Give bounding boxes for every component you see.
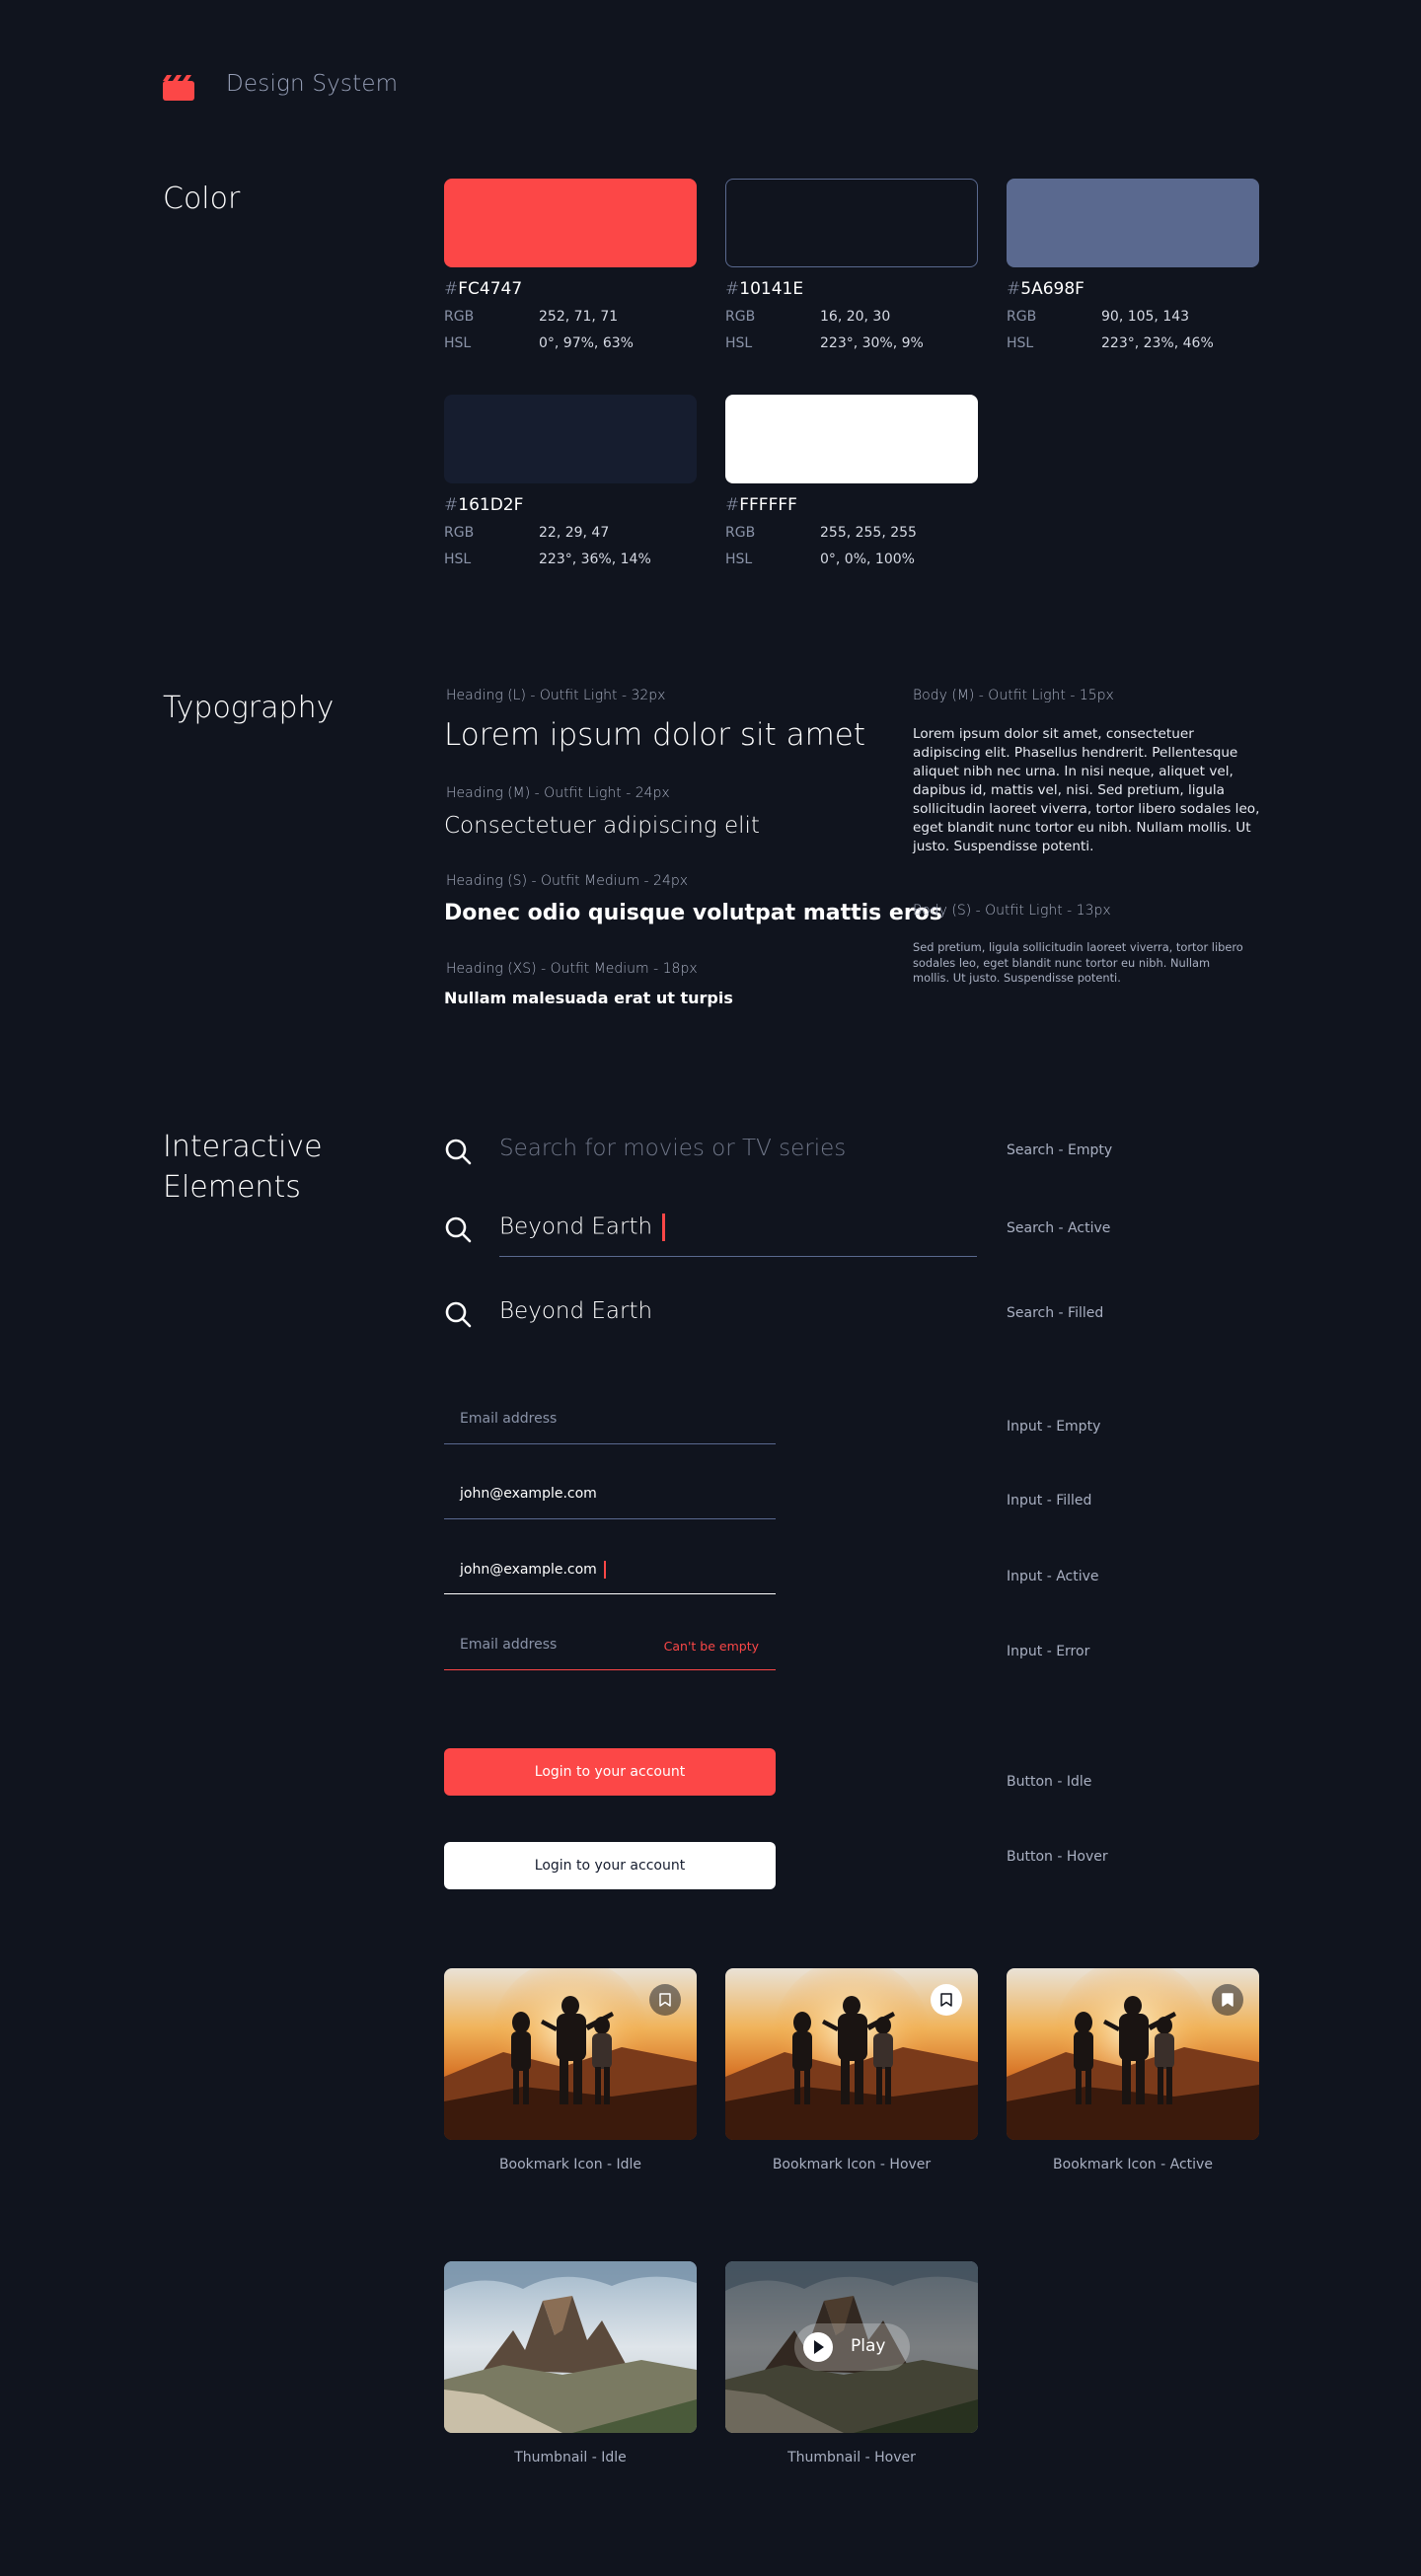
card-caption: Thumbnail - Hover (787, 2450, 916, 2466)
search-icon (445, 1301, 472, 1328)
color-rgb-value: 255, 255, 255 (820, 525, 917, 541)
color-rgb-label: RGB (444, 525, 475, 541)
card-caption: Bookmark Icon - Hover (772, 2157, 932, 2172)
text-caret (603, 1561, 606, 1579)
bookmark-button[interactable] (931, 1984, 962, 2016)
search-icon (445, 1216, 472, 1243)
color-rgb-value: 90, 105, 143 (1101, 309, 1190, 325)
bookmark-icon (940, 1993, 952, 2007)
body-s-label: Body (S) - Outfit Light - 13px (913, 903, 1111, 919)
color-hsl-label: HSL (725, 335, 753, 351)
search-empty[interactable]: Search for movies or TV series (444, 1130, 977, 1173)
color-swatch (725, 395, 978, 483)
color-hsl-label: HSL (444, 552, 472, 567)
thumbnail-card-hover[interactable]: Play (725, 2261, 978, 2433)
bookmark-button[interactable] (649, 1984, 681, 2016)
state-label: Input - Empty (1007, 1419, 1101, 1435)
login-button[interactable]: Login to your account (444, 1748, 776, 1796)
card-caption: Bookmark Icon - Idle (498, 2157, 642, 2172)
movie-card[interactable] (725, 1968, 978, 2140)
color-hsl-label: HSL (1007, 335, 1034, 351)
color-swatch (1007, 179, 1259, 267)
color-hsl-value: 223°, 30%, 9% (820, 335, 924, 351)
search-active[interactable]: Beyond Earth (444, 1208, 977, 1257)
bookmark-filled-icon (1222, 1993, 1234, 2007)
color-swatch (444, 395, 697, 483)
logo-icon (163, 75, 194, 101)
color-hex: #5A698F (1007, 279, 1084, 299)
email-placeholder: Email address (460, 1411, 558, 1427)
color-hex: #10141E (725, 279, 804, 299)
color-hsl-value: 223°, 36%, 14% (539, 552, 651, 567)
search-filled[interactable]: Beyond Earth (444, 1292, 977, 1336)
search-underline (499, 1256, 977, 1257)
heading-s-label: Heading (S) - Outfit Medium - 24px (446, 873, 689, 889)
state-label: Search - Filled (1007, 1305, 1104, 1321)
state-label: Input - Error (1007, 1644, 1090, 1659)
color-swatch (444, 179, 697, 267)
heading-m-sample: Consectetuer adipiscing elit (444, 813, 760, 839)
email-field-empty[interactable]: Email address (444, 1397, 776, 1444)
state-label: Input - Active (1007, 1569, 1099, 1584)
color-hex: #FC4747 (444, 279, 523, 299)
card-caption: Thumbnail - Idle (514, 2450, 627, 2466)
email-field-active[interactable]: john@example.com (444, 1547, 776, 1594)
heading-xs-sample: Nullam malesuada erat ut turpis (444, 989, 733, 1007)
email-field-filled[interactable]: john@example.com (444, 1472, 776, 1519)
state-label: Button - Idle (1007, 1774, 1092, 1790)
heading-xs-label: Heading (XS) - Outfit Medium - 18px (446, 961, 698, 977)
color-hsl-value: 223°, 23%, 46% (1101, 335, 1214, 351)
play-button[interactable]: Play (794, 2323, 910, 2371)
state-label: Search - Active (1007, 1220, 1111, 1236)
section-title-typography: Typography (163, 691, 335, 725)
section-title-color: Color (163, 182, 241, 216)
color-rgb-value: 252, 71, 71 (539, 309, 619, 325)
color-rgb-label: RGB (444, 309, 475, 325)
play-icon (803, 2332, 833, 2362)
body-m-label: Body (M) - Outfit Light - 15px (913, 688, 1114, 703)
heading-s-sample: Donec odio quisque volutpat mattis eros (444, 901, 942, 925)
brand-title: Design System (226, 71, 399, 97)
email-placeholder: Email address (460, 1637, 558, 1653)
play-label: Play (851, 2336, 886, 2356)
email-value: john@example.com (460, 1561, 606, 1579)
bookmark-icon (659, 1993, 671, 2007)
body-m-sample: Lorem ipsum dolor sit amet, consectetuer… (913, 726, 1260, 854)
search-input[interactable]: Search for movies or TV series (499, 1136, 846, 1161)
color-hex: #161D2F (444, 495, 524, 515)
thumbnail-card[interactable] (444, 2261, 697, 2433)
color-rgb-value: 16, 20, 30 (820, 309, 891, 325)
state-label: Search - Empty (1007, 1142, 1113, 1158)
color-rgb-label: RGB (1007, 309, 1037, 325)
bookmark-button[interactable] (1212, 1984, 1243, 2016)
body-s-sample: Sed pretium, ligula sollicitudin laoreet… (913, 940, 1243, 985)
heading-m-label: Heading (M) - Outfit Light - 24px (446, 785, 670, 801)
color-hex: #FFFFFF (725, 495, 797, 515)
email-field-error[interactable]: Email address Can't be empty (444, 1623, 776, 1670)
heading-l-sample: Lorem ipsum dolor sit amet (444, 717, 866, 753)
color-swatch (725, 179, 978, 267)
email-value: john@example.com (460, 1486, 597, 1502)
state-label: Input - Filled (1007, 1493, 1092, 1509)
color-hsl-value: 0°, 97%, 63% (539, 335, 634, 351)
movie-card[interactable] (1007, 1968, 1259, 2140)
search-input[interactable]: Beyond Earth (499, 1298, 652, 1324)
color-rgb-label: RGB (725, 525, 756, 541)
movie-card[interactable] (444, 1968, 697, 2140)
color-rgb-value: 22, 29, 47 (539, 525, 610, 541)
card-caption: Bookmark Icon - Active (1053, 2157, 1213, 2172)
section-title-interactive: Interactive Elements (163, 1130, 323, 1205)
search-input[interactable]: Beyond Earth (499, 1214, 666, 1241)
search-icon (445, 1139, 472, 1165)
color-hsl-value: 0°, 0%, 100% (820, 552, 915, 567)
color-rgb-label: RGB (725, 309, 756, 325)
state-label: Button - Hover (1007, 1849, 1108, 1865)
heading-l-label: Heading (L) - Outfit Light - 32px (446, 688, 666, 703)
color-hsl-label: HSL (725, 552, 753, 567)
color-hsl-label: HSL (444, 335, 472, 351)
text-caret (662, 1214, 666, 1241)
thumbnail-image (444, 2261, 697, 2433)
login-button-hover[interactable]: Login to your account (444, 1842, 776, 1889)
error-message: Can't be empty (663, 1639, 759, 1654)
